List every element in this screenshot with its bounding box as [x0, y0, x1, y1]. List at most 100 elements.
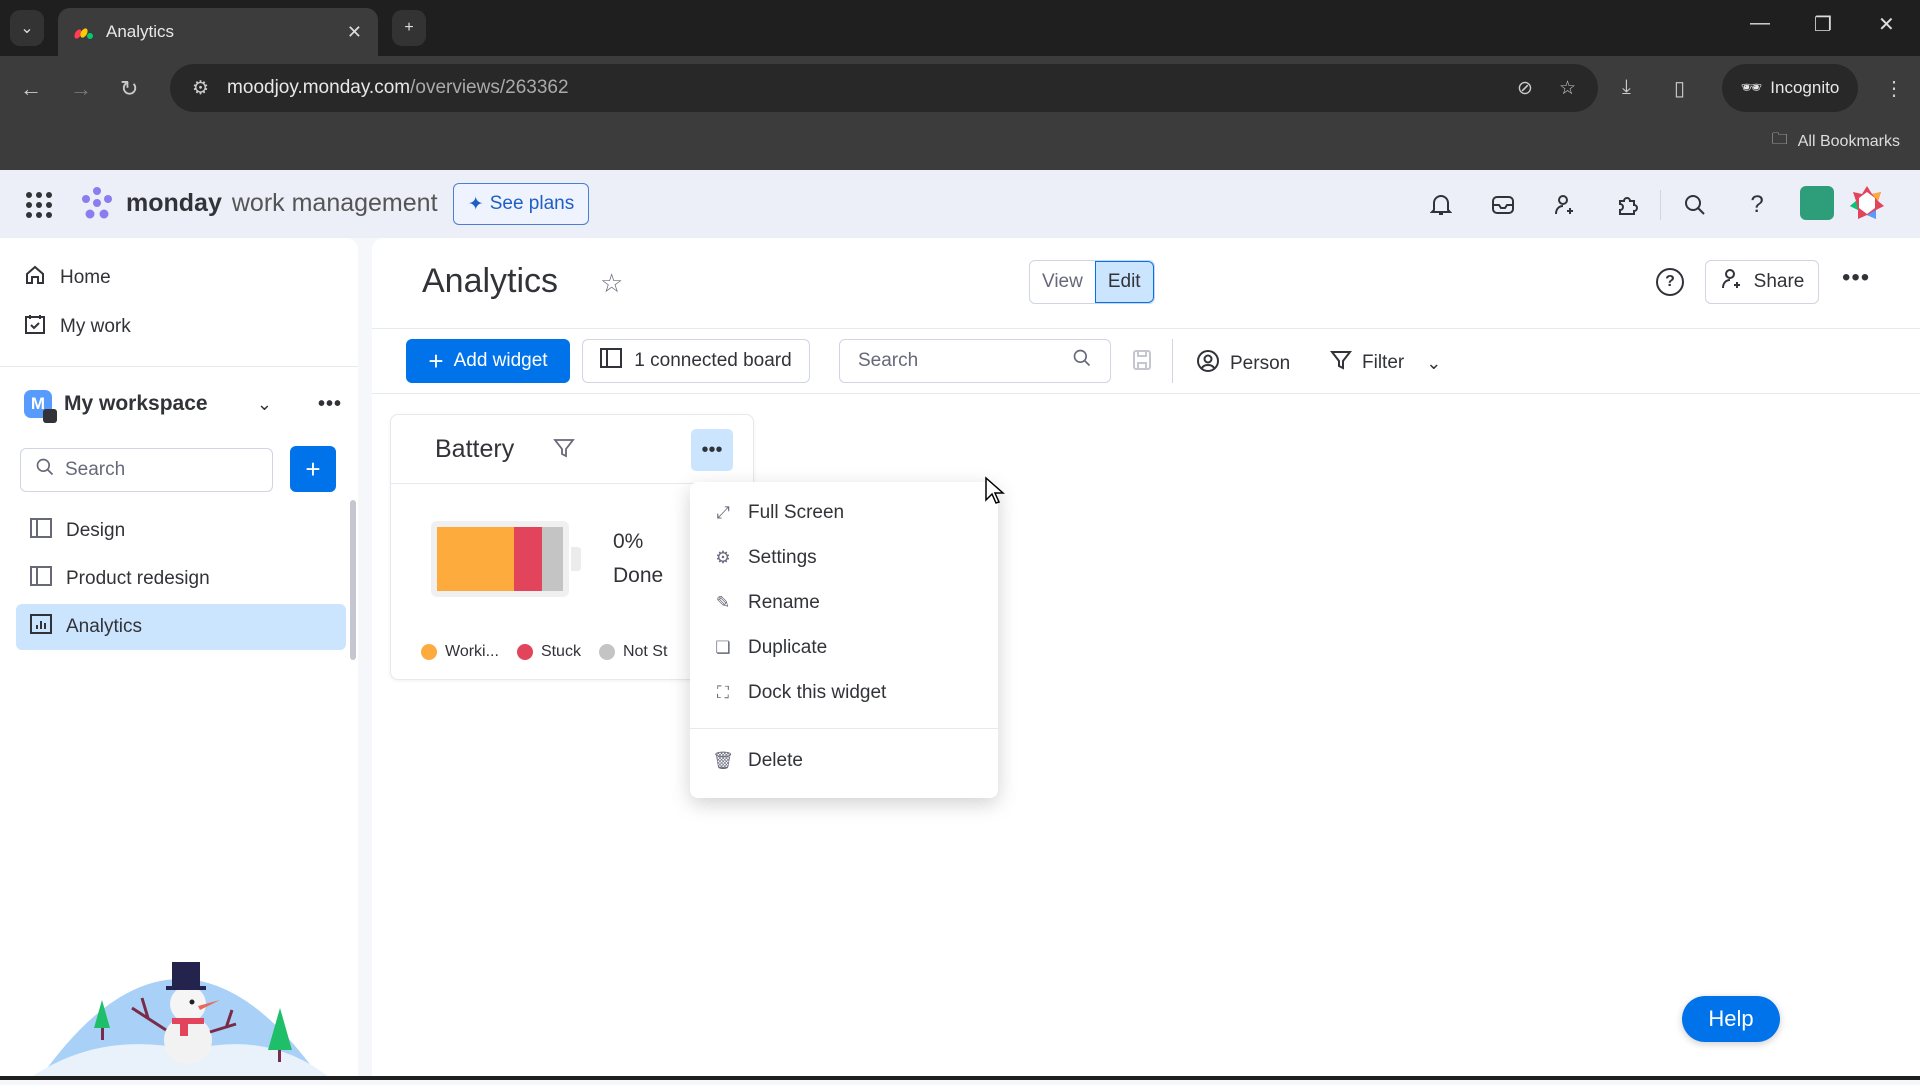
new-tab-button[interactable]: +: [392, 10, 426, 46]
battery-legend: Worki... Stuck Not St: [421, 643, 721, 661]
menu-item-duplicate[interactable]: ❏ Duplicate: [712, 637, 827, 659]
sidebar-item-analytics[interactable]: Analytics: [16, 604, 346, 650]
widget-more-button[interactable]: •••: [691, 429, 733, 471]
dock-icon: ⛶: [717, 683, 729, 702]
battery-segment[interactable]: [437, 527, 514, 591]
apps-puzzle-icon[interactable]: [1612, 190, 1642, 220]
restore-icon[interactable]: ❐: [1814, 12, 1832, 37]
dashboard-toolbar: + Add widget 1 connected board Search Pe…: [372, 328, 1920, 394]
plus-icon: +: [428, 346, 444, 376]
download-icon[interactable]: ⤓: [1622, 76, 1631, 99]
eye-off-icon[interactable]: ⊘: [1517, 77, 1533, 100]
menu-item-label: Full Screen: [748, 502, 845, 523]
bell-icon[interactable]: [1426, 190, 1456, 220]
search-icon[interactable]: [1680, 190, 1710, 220]
help-button[interactable]: Help: [1682, 996, 1780, 1042]
workspace-selector[interactable]: M My workspace ⌄ •••: [24, 390, 342, 423]
sidebar-search-placeholder: Search: [65, 459, 126, 480]
sidebar-divider: [0, 366, 358, 367]
search-placeholder: Search: [858, 350, 919, 371]
chevron-down-icon[interactable]: ⌄: [257, 394, 272, 415]
battery-chart: [431, 521, 569, 597]
user-avatar[interactable]: [1848, 184, 1886, 222]
pencil-icon: ✎: [715, 593, 731, 612]
address-bar[interactable]: ⚙ moodjoy.monday.com/overviews/263362 ⊘ …: [170, 64, 1598, 112]
legend-item[interactable]: Worki...: [421, 643, 499, 661]
legend-label: Worki...: [445, 643, 499, 660]
tab-search-button[interactable]: ⌄: [10, 10, 44, 46]
widget-context-menu: ⤢ Full Screen ⚙ Settings ✎ Rename ❏ Duplicat…: [690, 482, 998, 798]
side-panel-icon[interactable]: ▯: [1674, 76, 1685, 101]
save-view-icon[interactable]: [1132, 349, 1152, 376]
sidebar-scrollbar[interactable]: [350, 500, 356, 660]
bookmark-star-icon[interactable]: ☆: [1559, 77, 1576, 100]
browser-tab-strip: ⌄ Analytics ✕ + — ❐ ✕: [0, 0, 1920, 56]
add-item-button[interactable]: +: [290, 446, 336, 492]
minimize-icon[interactable]: —: [1750, 12, 1770, 35]
close-window-icon[interactable]: ✕: [1878, 12, 1895, 37]
add-widget-button[interactable]: + Add widget: [406, 339, 570, 383]
calendar-check-icon: [24, 313, 46, 341]
menu-item-settings[interactable]: ⚙ Settings: [712, 547, 816, 569]
battery-tip: [571, 547, 581, 571]
add-widget-label: Add widget: [453, 350, 548, 371]
person-filter-button[interactable]: Person: [1196, 349, 1290, 379]
edit-mode-button[interactable]: Edit: [1094, 261, 1154, 303]
gear-icon: ⚙: [715, 548, 731, 567]
forward-icon[interactable]: →: [70, 76, 92, 102]
reload-icon[interactable]: ↻: [120, 76, 138, 102]
search-icon: [35, 457, 55, 483]
sidebar-item-label: Design: [66, 520, 126, 541]
sidebar-item-home[interactable]: Home: [24, 264, 111, 292]
battery-segment[interactable]: [513, 527, 542, 591]
home-label: Home: [60, 267, 111, 288]
menu-item-label: Dock this widget: [748, 682, 887, 703]
url-path: /overviews/263362: [410, 77, 569, 98]
favorite-star-icon[interactable]: ☆: [600, 268, 623, 299]
widget-filter-icon[interactable]: [553, 437, 575, 465]
workspace-badge: M: [24, 390, 57, 423]
workspace-avatar[interactable]: [1800, 186, 1834, 220]
info-help-icon[interactable]: ?: [1656, 268, 1684, 296]
back-icon[interactable]: ←: [20, 76, 42, 102]
workspace-more-icon[interactable]: •••: [318, 393, 342, 416]
menu-item-delete[interactable]: 🗑 Delete: [712, 750, 803, 772]
help-icon[interactable]: ?: [1742, 190, 1772, 220]
connected-boards-button[interactable]: 1 connected board: [582, 339, 810, 383]
dashboard-icon: [30, 614, 52, 640]
all-bookmarks-label: All Bookmarks: [1797, 132, 1900, 150]
site-settings-icon[interactable]: ⚙: [192, 77, 209, 100]
browser-menu-icon[interactable]: ⋮: [1884, 76, 1904, 101]
legend-label: Stuck: [540, 643, 581, 660]
menu-item-full-screen[interactable]: ⤢ Full Screen: [712, 502, 844, 524]
invite-members-icon[interactable]: [1550, 190, 1580, 220]
app-header: monday work management ✦ See plans ?: [0, 170, 1920, 238]
share-button[interactable]: Share: [1705, 260, 1819, 304]
inbox-icon[interactable]: [1488, 190, 1518, 220]
app-switcher-icon[interactable]: [26, 192, 52, 218]
sidebar-item-my-work[interactable]: My work: [24, 313, 131, 341]
board-icon: [30, 566, 52, 592]
menu-item-rename[interactable]: ✎ Rename: [712, 592, 820, 614]
see-plans-button[interactable]: ✦ See plans: [453, 183, 589, 225]
close-tab-icon[interactable]: ✕: [347, 22, 362, 43]
chevron-down-icon[interactable]: ⌄: [1426, 353, 1441, 374]
menu-item-dock[interactable]: ⛶ Dock this widget: [712, 682, 886, 704]
sidebar-item-design[interactable]: Design: [16, 508, 346, 554]
done-percent: 0%: [613, 530, 644, 553]
filter-button[interactable]: Filter ⌄: [1329, 349, 1441, 377]
incognito-badge[interactable]: 🕶 Incognito: [1722, 64, 1858, 112]
sidebar-search-input[interactable]: Search: [20, 448, 273, 492]
monday-logo[interactable]: monday work management: [78, 186, 438, 220]
dashboard-search-input[interactable]: Search: [839, 339, 1111, 383]
sidebar-item-product-redesign[interactable]: Product redesign: [16, 556, 346, 602]
browser-tab[interactable]: Analytics ✕: [58, 8, 378, 56]
widget-title: Battery: [435, 435, 515, 463]
battery-segment[interactable]: [541, 527, 563, 591]
page-more-icon[interactable]: •••: [1842, 264, 1870, 292]
view-mode-button[interactable]: View: [1030, 261, 1095, 303]
legend-item[interactable]: Not St: [598, 643, 667, 661]
all-bookmarks[interactable]: 🗀 All Bookmarks: [1772, 128, 1900, 155]
sidebar-item-label: Product redesign: [66, 568, 210, 589]
legend-item[interactable]: Stuck: [516, 643, 581, 661]
